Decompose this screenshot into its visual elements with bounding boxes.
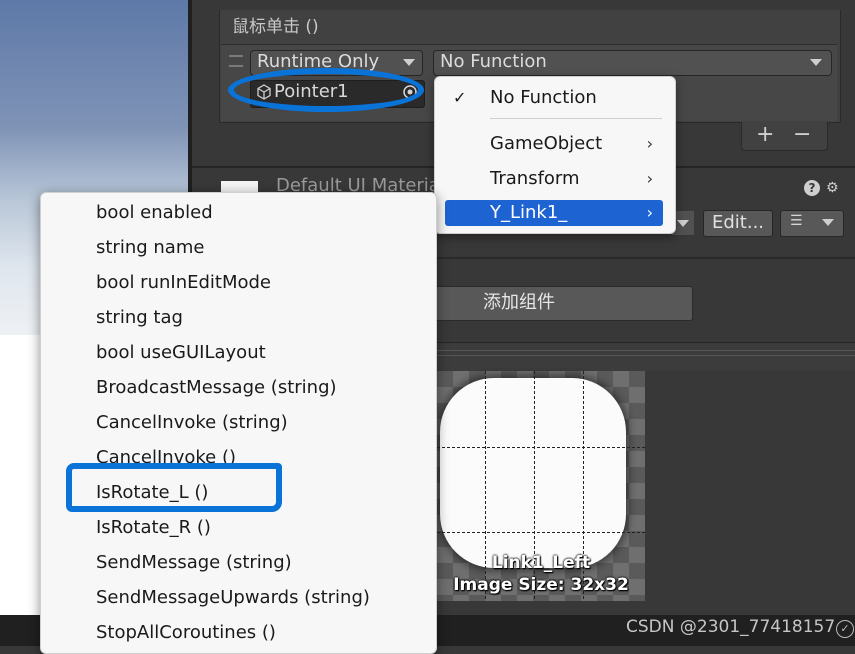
- menu-item[interactable]: IsRotate_R (): [96, 516, 211, 540]
- menu-item-label: No Function: [490, 87, 597, 108]
- menu-divider: [490, 118, 662, 119]
- function-dropdown[interactable]: No Function: [433, 50, 832, 76]
- menu-item[interactable]: CancelInvoke (string): [96, 411, 288, 435]
- chevron-down-icon: [677, 220, 689, 227]
- event-title: 鼠标单击 (): [232, 17, 319, 37]
- menu-item-no-function[interactable]: ✓ No Function: [445, 85, 663, 111]
- menu-item[interactable]: StopAllCoroutines (): [96, 621, 276, 645]
- sprite-image: [440, 378, 626, 568]
- menu-item[interactable]: string tag: [96, 306, 183, 330]
- preview-grip: [436, 355, 855, 356]
- list-icon: ☰: [790, 213, 803, 229]
- image-size: Image Size: 32x32: [453, 575, 629, 595]
- help-icon[interactable]: ?: [804, 180, 820, 196]
- watermark: CSDN @2301_77418157: [626, 617, 836, 637]
- menu-item[interactable]: string name: [96, 236, 204, 260]
- settings-icon[interactable]: ⚙: [826, 180, 839, 196]
- highlight-circle: [228, 68, 424, 112]
- menu-item-gameobject[interactable]: GameObject ›: [445, 131, 663, 157]
- menu-item[interactable]: BroadcastMessage (string): [96, 376, 337, 400]
- remove-event-button[interactable]: −: [793, 122, 813, 147]
- menu-item[interactable]: SendMessage (string): [96, 551, 292, 575]
- menu-item-transform[interactable]: Transform ›: [445, 166, 663, 192]
- slice-guide: [437, 447, 645, 448]
- chevron-down-icon: [810, 59, 822, 66]
- function-menu: ✓ No Function GameObject › Transform › Y…: [434, 76, 676, 234]
- slice-guide: [437, 532, 645, 533]
- highlight-rectangle: [66, 463, 282, 512]
- chevron-down-icon: [822, 219, 834, 226]
- drag-handle-icon[interactable]: [229, 55, 243, 67]
- sprite-name: Link1_Left: [491, 553, 591, 573]
- preview-grip: [436, 350, 855, 351]
- menu-item[interactable]: SendMessageUpwards (string): [96, 586, 370, 610]
- check-icon: ✓: [453, 88, 467, 107]
- status-icon[interactable]: ✓: [836, 620, 854, 638]
- list-controls: [741, 122, 828, 151]
- menu-item-label: Transform: [490, 168, 580, 189]
- add-event-button[interactable]: +: [756, 122, 776, 147]
- menu-item-label: GameObject: [490, 133, 603, 154]
- chevron-right-icon: ›: [646, 134, 653, 153]
- chevron-right-icon: ›: [646, 169, 653, 188]
- menu-item[interactable]: bool runInEditMode: [96, 271, 271, 295]
- menu-item[interactable]: bool useGUILayout: [96, 341, 266, 365]
- menu-item[interactable]: bool enabled: [96, 201, 213, 225]
- menu-item-y-link1[interactable]: Y_Link1_ ›: [445, 200, 663, 226]
- edit-shader-button[interactable]: Edit...: [703, 210, 773, 237]
- method-menu: bool enabled string name bool runInEditM…: [40, 192, 437, 654]
- function-label: No Function: [440, 51, 547, 72]
- chevron-down-icon: [403, 59, 415, 66]
- menu-item-label: Y_Link1_: [490, 202, 568, 223]
- chevron-right-icon: ›: [646, 203, 653, 222]
